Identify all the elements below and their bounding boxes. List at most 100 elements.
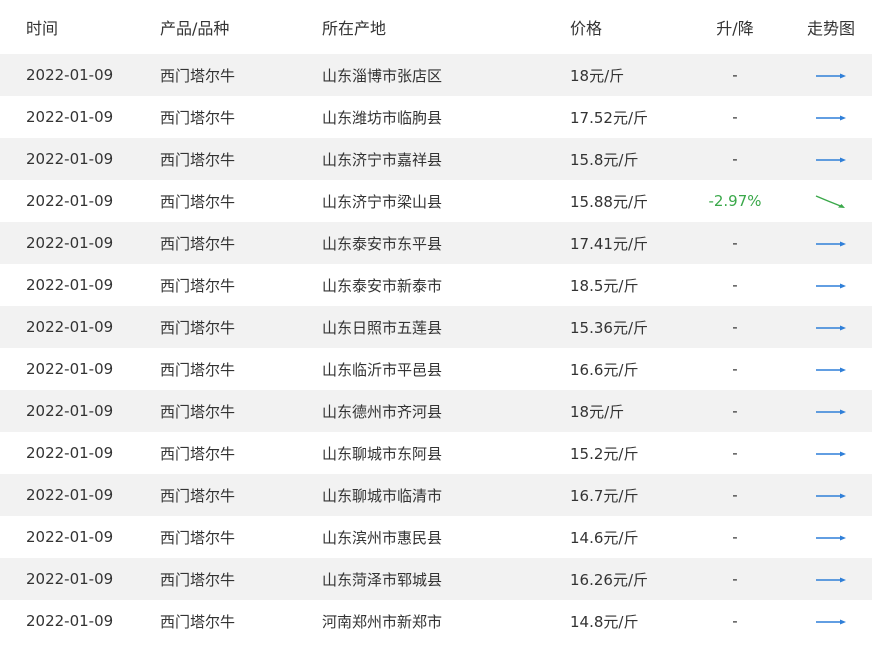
cell-change: - [732, 276, 738, 294]
cell-price: 15.2元/斤 [570, 444, 639, 463]
cell-trend[interactable] [790, 558, 872, 600]
flat-arrow-icon[interactable] [814, 237, 848, 251]
table-row: 2022-01-09 西门塔尔牛 山东临沂市平邑县 16.6元/斤 - [0, 348, 872, 390]
cell-location: 山东潍坊市临朐县 [322, 108, 443, 127]
cell-product: 西门塔尔牛 [160, 360, 236, 379]
table-row: 2022-01-09 西门塔尔牛 山东济宁市梁山县 15.88元/斤 -2.97% [0, 180, 872, 222]
cell-price: 15.36元/斤 [570, 318, 648, 337]
cell-trend[interactable] [790, 516, 872, 558]
cell-trend[interactable] [790, 138, 872, 180]
cell-date: 2022-01-09 [26, 192, 114, 210]
cell-location: 山东滨州市惠民县 [322, 528, 443, 547]
table-row: 2022-01-09 西门塔尔牛 山东聊城市东阿县 15.2元/斤 - [0, 432, 872, 474]
table-body: 2022-01-09 西门塔尔牛 山东淄博市张店区 18元/斤 - 2022-01-09 西… [0, 54, 872, 642]
flat-arrow-icon[interactable] [814, 321, 848, 335]
cell-change: - [732, 150, 738, 168]
cell-trend[interactable] [790, 390, 872, 432]
cell-change: - [732, 570, 738, 588]
cell-trend[interactable] [790, 54, 872, 96]
table-row: 2022-01-09 西门塔尔牛 山东泰安市新泰市 18.5元/斤 - [0, 264, 872, 306]
cell-date: 2022-01-09 [26, 318, 114, 336]
cell-location: 山东菏泽市郓城县 [322, 570, 443, 589]
cell-change: - [732, 360, 738, 378]
header-price: 价格 [570, 19, 603, 38]
cell-trend[interactable] [790, 264, 872, 306]
cell-product: 西门塔尔牛 [160, 570, 236, 589]
cell-date: 2022-01-09 [26, 528, 114, 546]
cell-date: 2022-01-09 [26, 66, 114, 84]
cell-change: - [732, 234, 738, 252]
down-arrow-icon[interactable] [814, 194, 848, 209]
cell-price: 17.52元/斤 [570, 108, 648, 127]
table-row: 2022-01-09 西门塔尔牛 山东淄博市张店区 18元/斤 - [0, 54, 872, 96]
cell-trend[interactable] [790, 600, 872, 642]
cell-date: 2022-01-09 [26, 570, 114, 588]
cell-price: 14.6元/斤 [570, 528, 639, 547]
cell-change: - [732, 318, 738, 336]
cell-date: 2022-01-09 [26, 150, 114, 168]
header-location: 所在产地 [322, 19, 387, 38]
cell-trend[interactable] [790, 432, 872, 474]
header-change: 升/降 [716, 19, 754, 38]
cell-date: 2022-01-09 [26, 234, 114, 252]
cell-location: 山东泰安市东平县 [322, 234, 443, 253]
cell-trend[interactable] [790, 306, 872, 348]
flat-arrow-icon[interactable] [814, 69, 848, 83]
flat-arrow-icon[interactable] [814, 615, 848, 629]
cell-change: - [732, 486, 738, 504]
cell-product: 西门塔尔牛 [160, 402, 236, 421]
flat-arrow-icon[interactable] [814, 153, 848, 167]
cell-location: 山东济宁市梁山县 [322, 192, 443, 211]
cell-change: - [732, 444, 738, 462]
table-header: 时间 产品/品种 所在产地 价格 升/降 走势图 [0, 0, 872, 54]
cell-change: - [732, 402, 738, 420]
cell-price: 16.7元/斤 [570, 486, 639, 505]
flat-arrow-icon[interactable] [814, 405, 848, 419]
table-row: 2022-01-09 西门塔尔牛 山东泰安市东平县 17.41元/斤 - [0, 222, 872, 264]
flat-arrow-icon[interactable] [814, 447, 848, 461]
cell-location: 山东济宁市嘉祥县 [322, 150, 443, 169]
cell-change: - [732, 66, 738, 84]
cell-location: 山东泰安市新泰市 [322, 276, 443, 295]
flat-arrow-icon[interactable] [814, 363, 848, 377]
flat-arrow-icon[interactable] [814, 489, 848, 503]
table-row: 2022-01-09 西门塔尔牛 山东济宁市嘉祥县 15.8元/斤 - [0, 138, 872, 180]
cell-price: 14.8元/斤 [570, 612, 639, 631]
flat-arrow-icon[interactable] [814, 573, 848, 587]
flat-arrow-icon[interactable] [814, 279, 848, 293]
cell-trend[interactable] [790, 222, 872, 264]
cell-trend[interactable] [790, 96, 872, 138]
cell-location: 山东德州市齐河县 [322, 402, 443, 421]
cell-date: 2022-01-09 [26, 486, 114, 504]
table-row: 2022-01-09 西门塔尔牛 山东滨州市惠民县 14.6元/斤 - [0, 516, 872, 558]
cell-trend[interactable] [790, 348, 872, 390]
cell-change: -2.97% [708, 192, 762, 210]
cell-date: 2022-01-09 [26, 276, 114, 294]
flat-arrow-icon[interactable] [814, 531, 848, 545]
table-row: 2022-01-09 西门塔尔牛 山东德州市齐河县 18元/斤 - [0, 390, 872, 432]
table-row: 2022-01-09 西门塔尔牛 河南郑州市新郑市 14.8元/斤 - [0, 600, 872, 642]
cell-change: - [732, 108, 738, 126]
cell-location: 河南郑州市新郑市 [322, 612, 443, 631]
header-row: 时间 产品/品种 所在产地 价格 升/降 走势图 [0, 0, 872, 54]
cell-price: 16.6元/斤 [570, 360, 639, 379]
cell-location: 山东日照市五莲县 [322, 318, 443, 337]
cell-date: 2022-01-09 [26, 402, 114, 420]
cell-product: 西门塔尔牛 [160, 276, 236, 295]
cell-product: 西门塔尔牛 [160, 486, 236, 505]
cell-price: 16.26元/斤 [570, 570, 648, 589]
cell-trend[interactable] [790, 474, 872, 516]
cell-change: - [732, 528, 738, 546]
cell-product: 西门塔尔牛 [160, 66, 236, 85]
header-trend: 走势图 [806, 19, 855, 38]
flat-arrow-icon[interactable] [814, 111, 848, 125]
price-table: 时间 产品/品种 所在产地 价格 升/降 走势图 2022-01-09 西门塔尔牛… [0, 0, 872, 642]
cell-date: 2022-01-09 [26, 108, 114, 126]
cell-price: 17.41元/斤 [570, 234, 648, 253]
cell-product: 西门塔尔牛 [160, 528, 236, 547]
cell-date: 2022-01-09 [26, 444, 114, 462]
cell-date: 2022-01-09 [26, 612, 114, 630]
table-row: 2022-01-09 西门塔尔牛 山东菏泽市郓城县 16.26元/斤 - [0, 558, 872, 600]
cell-product: 西门塔尔牛 [160, 318, 236, 337]
cell-trend[interactable] [790, 180, 872, 222]
